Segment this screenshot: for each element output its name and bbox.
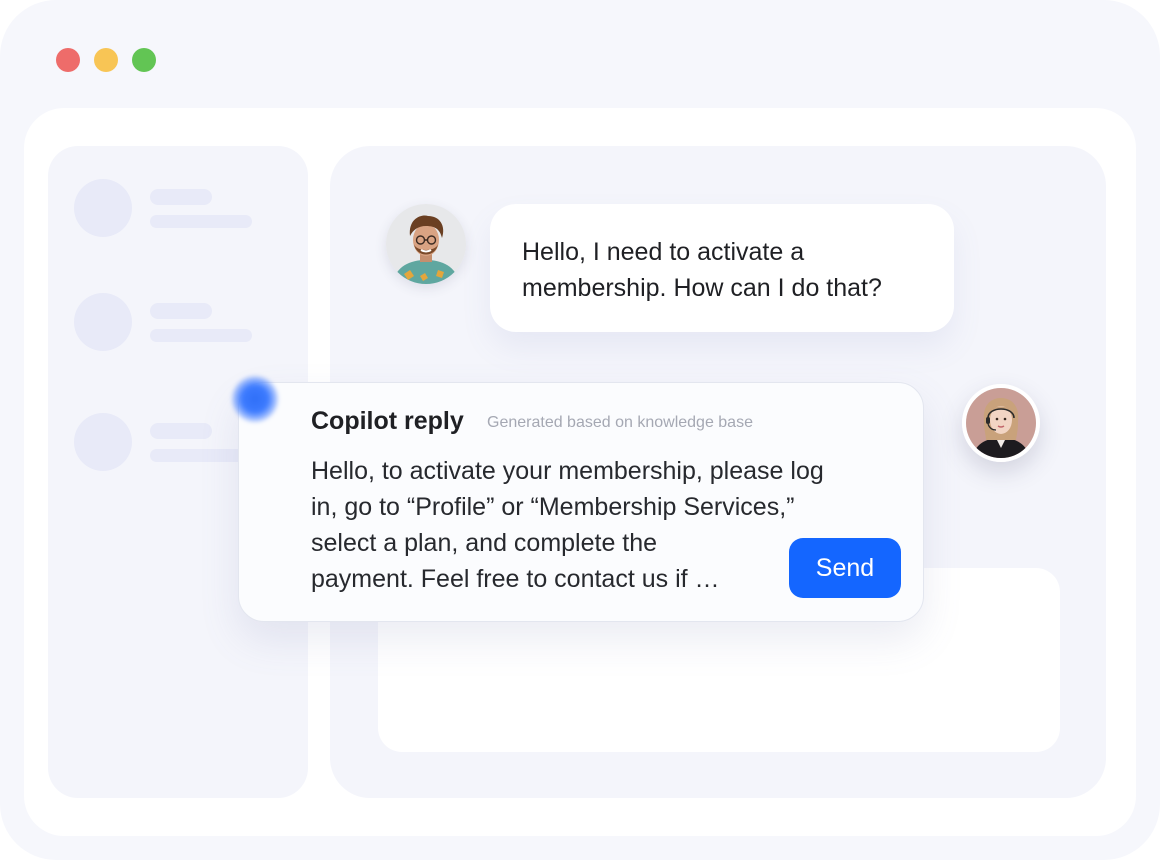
text-placeholder [150, 423, 212, 439]
copilot-reply-line: in, go to “Profile” or “Membership Servi… [311, 493, 795, 521]
copilot-reply-card: Copilot reply Generated based on knowled… [238, 382, 924, 622]
close-window-button[interactable] [56, 48, 80, 72]
avatar-placeholder [74, 293, 132, 351]
user-avatar-icon [386, 204, 466, 284]
copilot-title: Copilot reply [311, 407, 464, 435]
minimize-window-button[interactable] [94, 48, 118, 72]
text-placeholder [150, 303, 212, 319]
copilot-subtitle: Generated based on knowledge base [487, 414, 753, 431]
text-placeholder [150, 215, 252, 228]
agent-avatar[interactable] [962, 384, 1040, 462]
text-placeholder [150, 329, 252, 342]
conversation-list-item[interactable] [74, 179, 294, 239]
user-message-bubble: Hello, I need to activate a membership. … [490, 204, 954, 332]
avatar-placeholder [74, 413, 132, 471]
text-placeholder [150, 189, 212, 205]
user-message-text: Hello, I need to activate a membership. … [522, 238, 882, 302]
conversation-list-item[interactable] [74, 293, 294, 353]
ai-glow-icon [232, 376, 278, 422]
send-button[interactable]: Send [789, 538, 901, 598]
user-avatar[interactable] [386, 204, 466, 284]
maximize-window-button[interactable] [132, 48, 156, 72]
copilot-reply-line: Hello, to activate your membership, plea… [311, 457, 824, 485]
agent-avatar-icon [966, 388, 1036, 458]
text-placeholder [150, 449, 252, 462]
avatar-placeholder [74, 179, 132, 237]
